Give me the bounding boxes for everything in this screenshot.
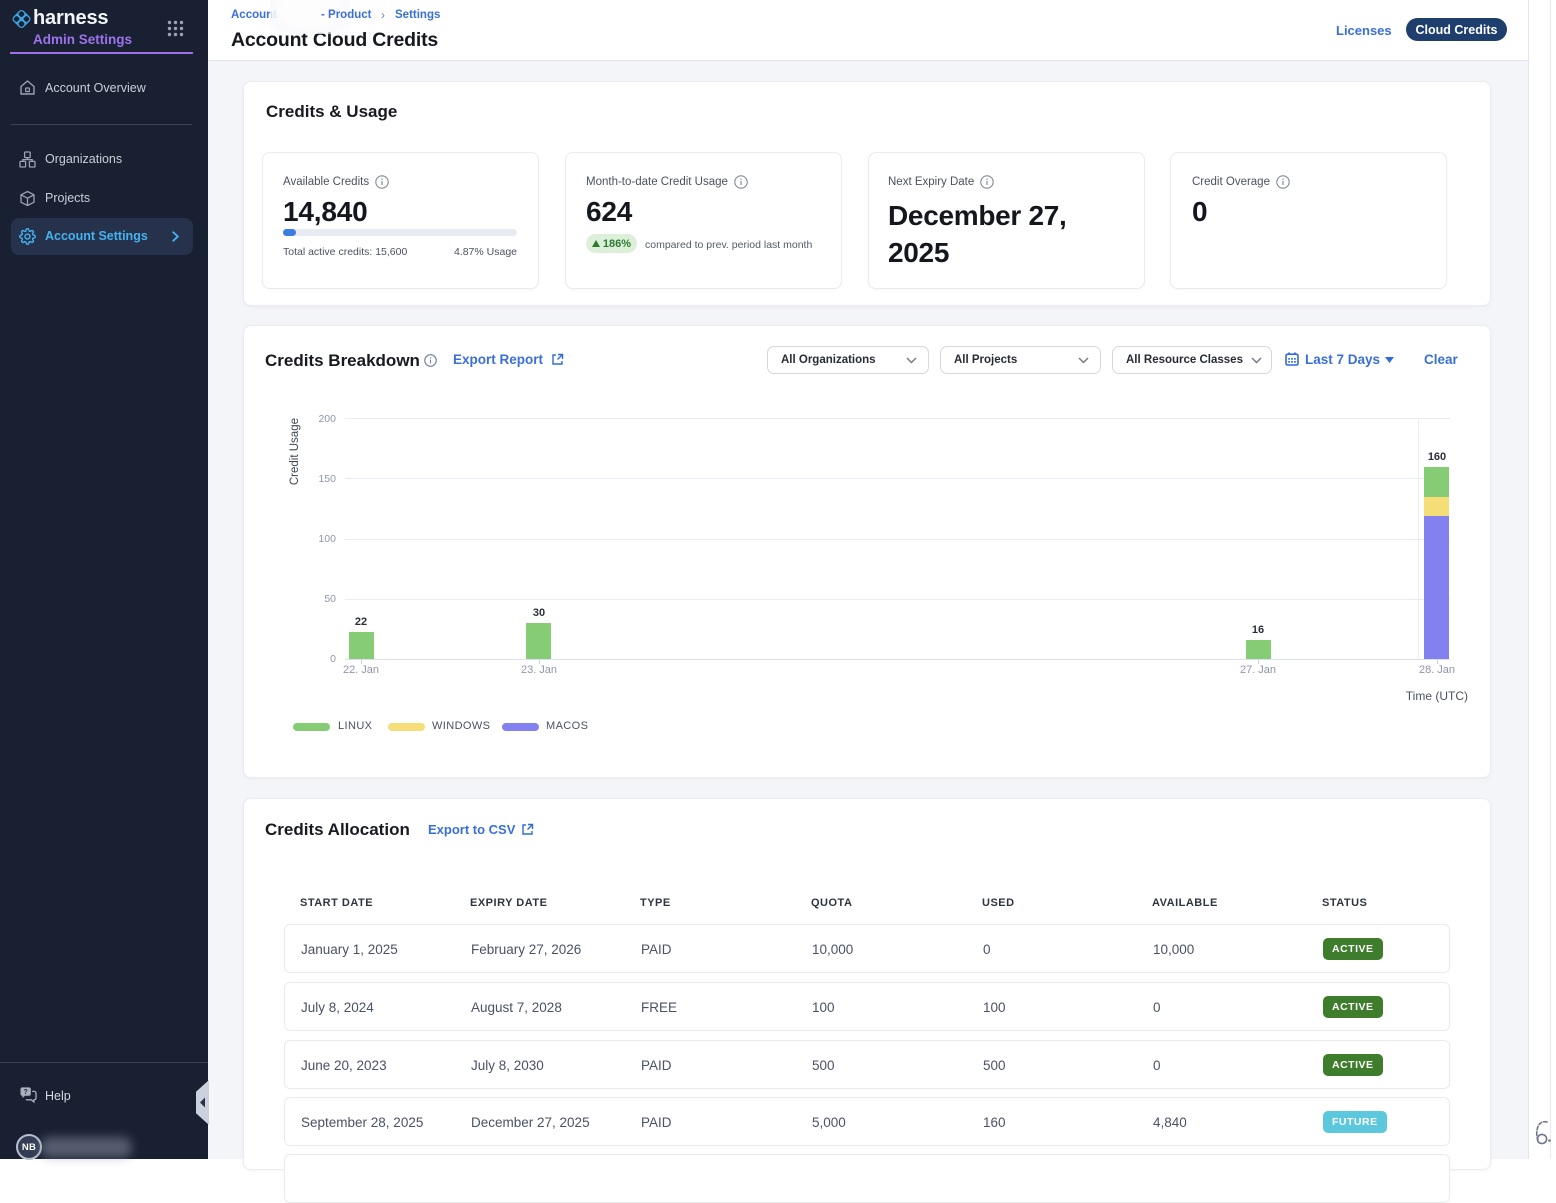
svg-text:?: ? — [23, 1089, 27, 1096]
